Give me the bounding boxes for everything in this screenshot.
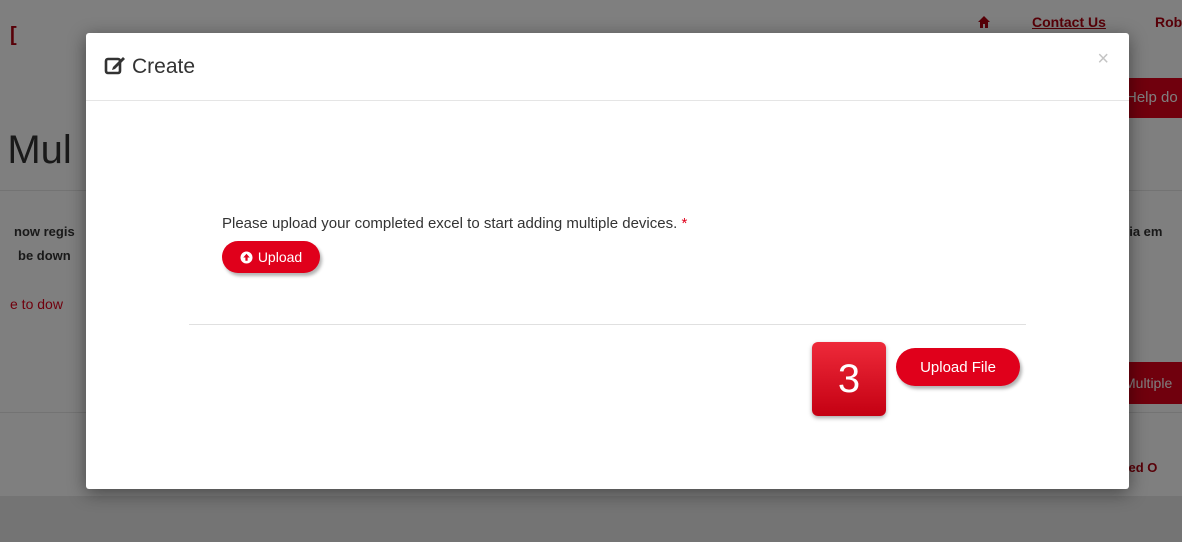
upload-button[interactable]: Upload: [222, 241, 320, 273]
circle-arrow-up-icon: [240, 250, 253, 264]
create-modal: Create × Please upload your completed ex…: [86, 33, 1129, 489]
close-icon[interactable]: ×: [1097, 49, 1109, 69]
upload-instruction: Please upload your completed excel to st…: [222, 215, 687, 232]
upload-file-button[interactable]: Upload File: [896, 348, 1020, 386]
modal-title: Create: [132, 55, 196, 78]
divider: [189, 324, 1026, 325]
upload-button-label: Upload: [257, 249, 303, 265]
modal-header: Create ×: [86, 33, 1129, 101]
step-badge: 3: [812, 342, 886, 416]
required-marker: *: [681, 215, 688, 232]
instruction-text: Please upload your completed excel to st…: [222, 215, 678, 232]
edit-icon: [104, 57, 125, 75]
